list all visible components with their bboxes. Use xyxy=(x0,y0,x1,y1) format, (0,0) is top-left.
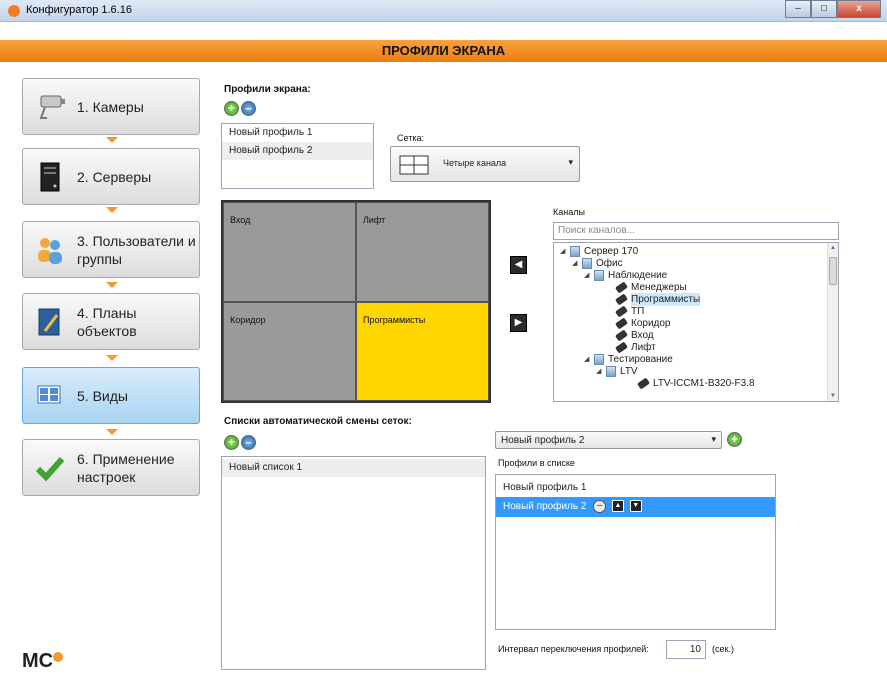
scroll-up-icon[interactable]: ▲ xyxy=(830,245,836,251)
views-icon xyxy=(33,379,67,413)
camera-node-icon xyxy=(614,329,629,342)
server-node-icon xyxy=(570,246,580,257)
sidebar: 1. Камеры 2. Серверы 3. Пользователи и г… xyxy=(0,62,210,684)
move-right-button[interactable]: ▶ xyxy=(510,314,527,332)
grid-select-value: Четыре канала xyxy=(443,158,507,168)
channels-title: Каналы xyxy=(553,207,585,217)
scroll-down-icon[interactable]: ▼ xyxy=(830,393,836,399)
tree-item[interactable]: ◢ LTV xyxy=(596,365,638,378)
minimize-button[interactable]: – xyxy=(785,0,811,18)
sidebar-item-label: 6. Применение настроек xyxy=(77,450,175,485)
chevron-down-icon: ▾ xyxy=(711,434,716,444)
chevron-down-icon: ▾ xyxy=(568,157,573,167)
move-up-button[interactable]: ▲ xyxy=(611,500,624,513)
profiles-in-list: Новый профиль 1 Новый профиль 2 – ▲ ▼ xyxy=(495,474,776,630)
folder-node-icon xyxy=(582,258,592,269)
camera-node-icon xyxy=(614,281,629,294)
sidebar-item-views[interactable]: 5. Виды xyxy=(22,367,200,424)
camera-node-icon xyxy=(614,293,629,306)
screen-layout-grid: Вход Лифт Коридор Программисты xyxy=(221,200,491,403)
users-icon xyxy=(33,233,67,267)
window-titlebar: Конфигуратор 1.6.16 – □ x xyxy=(0,0,887,22)
remove-list-button[interactable]: – xyxy=(241,435,256,450)
tree-item[interactable]: LTV-ICCM1-B320-F3.8 xyxy=(636,377,755,390)
sidebar-item-label: 3. Пользователи и группы xyxy=(77,232,196,267)
layout-cell[interactable]: Вход xyxy=(223,202,356,302)
interval-label: Интервал переключения профилей: xyxy=(498,644,649,654)
layout-cell[interactable]: Коридор xyxy=(223,301,356,401)
camera-icon xyxy=(33,90,67,124)
app-icon xyxy=(8,5,20,17)
remove-row-button[interactable]: – xyxy=(593,499,607,513)
plans-icon xyxy=(33,305,67,339)
window-title: Конфигуратор 1.6.16 xyxy=(26,4,132,16)
logo-dot xyxy=(53,652,64,662)
folder-node-icon xyxy=(594,354,604,365)
close-button[interactable]: x xyxy=(837,0,881,18)
move-down-button[interactable]: ▼ xyxy=(629,500,642,513)
camera-node-icon xyxy=(614,305,629,318)
add-list-button[interactable]: + xyxy=(224,435,239,450)
interval-input[interactable]: 10 xyxy=(666,640,706,659)
camera-node-icon xyxy=(614,341,629,354)
profiles-in-list-label: Профили в списке xyxy=(498,458,575,468)
mc-logo: MC xyxy=(22,650,64,673)
step-arrow xyxy=(106,429,118,435)
channel-search-input[interactable]: Поиск каналов... xyxy=(553,222,839,240)
grid-layout-icon xyxy=(399,155,429,175)
add-to-list-button[interactable]: + xyxy=(727,432,742,447)
sidebar-item-plans[interactable]: 4. Планы объектов xyxy=(22,293,200,350)
sidebar-item-apply[interactable]: 6. Применение настроек xyxy=(22,439,200,496)
main-content: Профили экрана: + – Новый профиль 1 Новы… xyxy=(210,62,887,684)
grid-label: Сетка: xyxy=(397,133,424,143)
sidebar-item-label: 5. Виды xyxy=(77,387,128,404)
sidebar-item-label: 2. Серверы xyxy=(77,168,152,185)
header: ПРОФИЛИ ЭКРАНА xyxy=(0,22,887,62)
step-arrow xyxy=(106,355,118,361)
profile-select-value: Новый профиль 2 xyxy=(501,435,585,446)
checkmark-icon xyxy=(33,451,67,485)
layout-cell[interactable]: Лифт xyxy=(356,202,489,302)
list-item[interactable]: Новый профиль 1 xyxy=(222,124,373,142)
profiles-title: Профили экрана: xyxy=(224,84,311,95)
remove-profile-button[interactable]: – xyxy=(241,101,256,116)
scroll-thumb[interactable] xyxy=(829,257,837,285)
tree-scrollbar[interactable]: ▲ ▼ xyxy=(827,243,838,401)
step-arrow xyxy=(106,282,118,288)
server-icon xyxy=(33,160,67,194)
folder-node-icon xyxy=(594,270,604,281)
page-title: ПРОФИЛИ ЭКРАНА xyxy=(0,40,887,62)
camera-node-icon xyxy=(614,317,629,330)
step-arrow xyxy=(106,137,118,143)
list-item[interactable]: Новый список 1 xyxy=(222,459,485,477)
profiles-list: Новый профиль 1 Новый профиль 2 xyxy=(221,123,374,189)
window-controls: – □ x xyxy=(785,0,881,18)
list-item[interactable]: Новый профиль 2 xyxy=(222,142,373,160)
channels-tree: ◢ Сервер 170 ◢ Офис ◢ Наблюдение Менеджеры … xyxy=(553,242,839,402)
list-item-label: Новый профиль 2 xyxy=(503,501,587,512)
auto-lists-title: Списки автоматической смены сеток: xyxy=(224,416,412,427)
sidebar-item-servers[interactable]: 2. Серверы xyxy=(22,148,200,205)
camera-node-icon xyxy=(636,377,651,390)
interval-unit: (сек.) xyxy=(712,644,734,654)
sidebar-item-label: 4. Планы объектов xyxy=(77,304,137,339)
profile-select[interactable]: Новый профиль 2 ▾ xyxy=(495,431,722,449)
sidebar-item-cameras[interactable]: 1. Камеры xyxy=(22,78,200,135)
list-item[interactable]: Новый профиль 1 xyxy=(496,479,775,497)
sidebar-item-users[interactable]: 3. Пользователи и группы xyxy=(22,221,200,278)
layout-cell-selected[interactable]: Программисты xyxy=(356,301,489,401)
move-left-button[interactable]: ◀ xyxy=(510,256,527,274)
sidebar-item-label: 1. Камеры xyxy=(77,98,144,115)
maximize-button[interactable]: □ xyxy=(811,0,837,18)
step-arrow xyxy=(106,207,118,213)
folder-node-icon xyxy=(606,366,616,377)
grid-select[interactable]: Четыре канала ▾ xyxy=(390,146,580,182)
add-profile-button[interactable]: + xyxy=(224,101,239,116)
auto-lists-list: Новый список 1 xyxy=(221,456,486,670)
list-item-selected[interactable]: Новый профиль 2 – ▲ ▼ xyxy=(496,497,775,517)
